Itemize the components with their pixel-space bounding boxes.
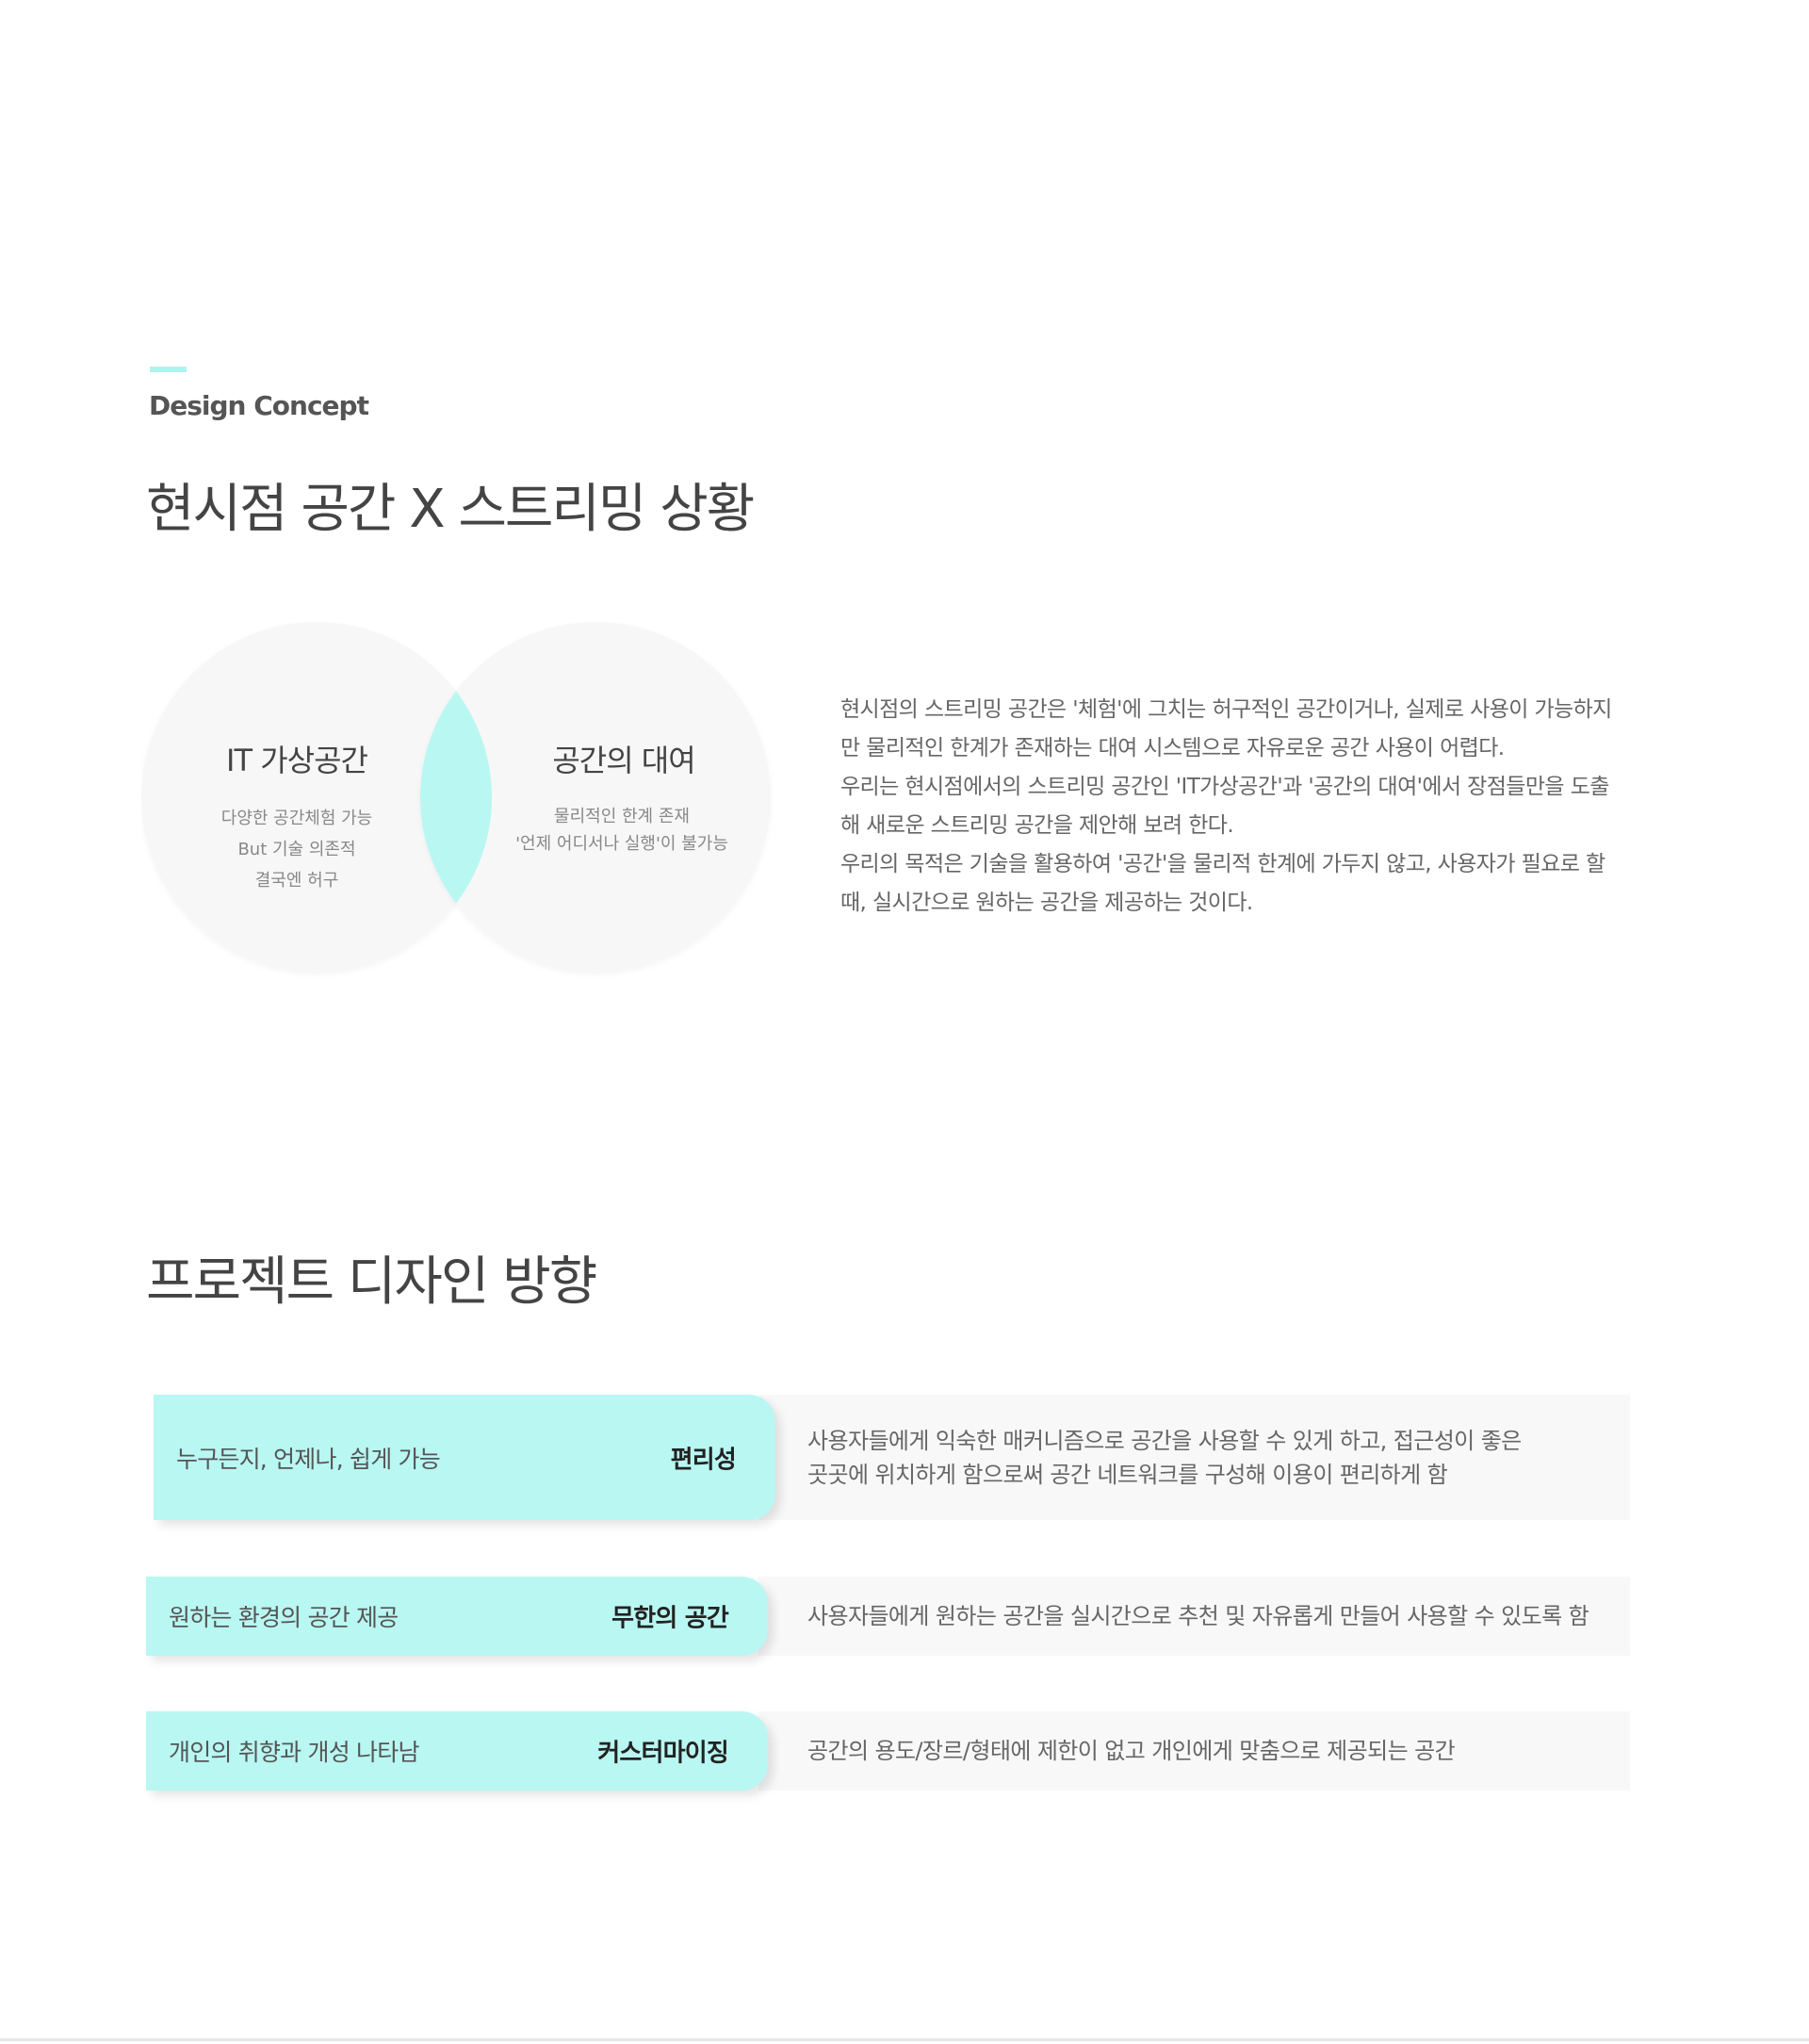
direction-keyword: 커스터마이징 — [597, 1739, 729, 1768]
description-paragraph: 현시점의 스트리밍 공간은 '체험'에 그치는 허구적인 공간이거나, 실제로 … — [840, 697, 1612, 760]
venn-left-line: But 기술 의존적 — [237, 840, 356, 859]
direction-row-infinite-space: 원하는 환경의 공간 제공 무한의 공간 사용자들에게 원하는 공간을 실시간으… — [146, 1577, 1630, 1656]
direction-pill: 누구든지, 언제나, 쉽게 가능 편리성 — [154, 1395, 775, 1520]
direction-keyword: 무한의 공간 — [611, 1604, 729, 1633]
venn-left-line: 다양한 공간체험 가능 — [220, 809, 373, 828]
venn-left-line: 결국엔 허구 — [254, 871, 339, 891]
direction-detail-line: 곳곳에 위치하게 함으로써 공간 네트워크를 구성해 이용이 편리하게 함 — [807, 1461, 1448, 1488]
direction-pill: 개인의 취향과 개성 나타남 커스터마이징 — [146, 1711, 768, 1791]
direction-keyword: 편리성 — [670, 1446, 737, 1474]
direction-headline: 프로젝트 디자인 방향 — [146, 1251, 597, 1313]
direction-row-customizing: 개인의 취향과 개성 나타남 커스터마이징 공간의 용도/장르/형태에 제한이 … — [146, 1711, 1630, 1791]
concept-headline: 현시점 공간 X 스트리밍 상황 — [146, 479, 755, 540]
direction-detail-text: 사용자들에게 원하는 공간을 실시간으로 추천 및 자유롭게 만들어 사용할 수… — [807, 1599, 1599, 1633]
concept-description: 현시점의 스트리밍 공간은 '체험'에 그치는 허구적인 공간이거나, 실제로 … — [840, 691, 1613, 923]
direction-detail-text: 공간의 용도/장르/형태에 제한이 없고 개인에게 맞춤으로 제공되는 공간 — [807, 1734, 1599, 1768]
description-paragraph: 우리는 현시점에서의 스트리밍 공간인 'IT가상공간'과 '공간의 대여'에서… — [840, 775, 1609, 838]
venn-right-line: '언제 어디서나 실행'이 불가능 — [515, 834, 728, 854]
section-accent-bar — [150, 367, 187, 372]
venn-right-lines: 물리적인 한계 존재 '언제 어디서나 실행'이 불가능 — [515, 803, 728, 858]
venn-diagram: IT 가상공간 다양한 공간체험 가능 But 기술 의존적 결국엔 허구 공간… — [141, 622, 782, 989]
direction-detail-text: 사용자들에게 익숙한 매커니즘으로 공간을 사용할 수 있게 하고, 접근성이 … — [807, 1424, 1599, 1492]
footer-divider — [0, 2038, 1809, 2041]
direction-summary: 누구든지, 언제나, 쉽게 가능 — [176, 1445, 441, 1473]
venn-left-title: IT 가상공간 — [226, 743, 368, 778]
venn-right-title: 공간의 대여 — [552, 743, 695, 778]
section-label: Design Concept — [149, 390, 369, 421]
venn-left-lines: 다양한 공간체험 가능 But 기술 의존적 결국엔 허구 — [221, 803, 372, 896]
direction-detail-line: 공간의 용도/장르/형태에 제한이 없고 개인에게 맞춤으로 제공되는 공간 — [807, 1738, 1456, 1764]
direction-detail-line: 사용자들에게 원하는 공간을 실시간으로 추천 및 자유롭게 만들어 사용할 수… — [807, 1603, 1589, 1629]
direction-row-convenience: 누구든지, 언제나, 쉽게 가능 편리성 사용자들에게 익숙한 매커니즘으로 공… — [146, 1395, 1630, 1520]
direction-detail-line: 사용자들에게 익숙한 매커니즘으로 공간을 사용할 수 있게 하고, 접근성이 … — [807, 1427, 1522, 1454]
direction-summary: 원하는 환경의 공간 제공 — [169, 1604, 399, 1631]
direction-pill: 원하는 환경의 공간 제공 무한의 공간 — [146, 1577, 768, 1656]
venn-right-line: 물리적인 한계 존재 — [554, 807, 690, 826]
description-paragraph: 우리의 목적은 기술을 활용하여 '공간'을 물리적 한계에 가두지 않고, 사… — [840, 852, 1605, 915]
direction-summary: 개인의 취향과 개성 나타남 — [169, 1739, 419, 1766]
